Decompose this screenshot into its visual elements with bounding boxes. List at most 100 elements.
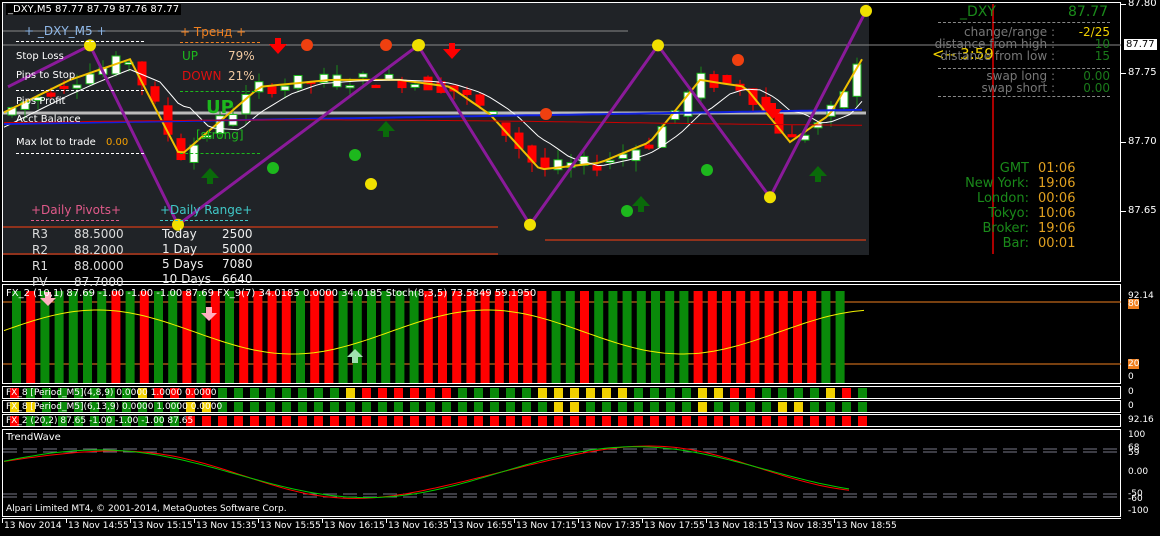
fx-bar	[314, 388, 323, 398]
stoch-bar	[466, 291, 476, 383]
time-tick	[194, 519, 195, 523]
fx-bar	[522, 388, 531, 398]
clock-value: 00:01	[1038, 236, 1076, 251]
fx-bar	[698, 402, 707, 412]
fx-bar	[602, 388, 611, 398]
fx-bar	[730, 388, 739, 398]
fx8b-label: FX_8 [Period_M5](6,13,9) 0.0000 1.0000 0…	[6, 402, 223, 412]
fx-bar	[762, 416, 771, 426]
fx-bar	[506, 388, 515, 398]
stoch-bar	[778, 291, 788, 383]
range-name: Today	[162, 227, 197, 241]
time-tick	[706, 519, 707, 523]
stoch-bar	[168, 291, 178, 383]
fx-bar	[762, 388, 771, 398]
info-label: distance from low :	[940, 49, 1055, 63]
indicator-axis-label: 0	[1128, 372, 1134, 382]
stoch-bar	[722, 291, 731, 383]
time-tick	[450, 519, 451, 523]
fx-bar	[490, 402, 499, 412]
pivot-name: R1	[32, 259, 48, 273]
fx-bar	[666, 416, 675, 426]
time-label: 13 Nov 2014	[4, 521, 62, 531]
fx-bar	[634, 416, 643, 426]
pivot-name: PV	[32, 275, 48, 289]
stoch-bar	[381, 291, 391, 383]
fx-bar	[666, 402, 675, 412]
stoch-bar	[750, 291, 760, 383]
indicator-axis-label: 0	[1128, 401, 1134, 411]
fx-bar	[474, 388, 483, 398]
stoch-bar	[352, 291, 362, 383]
fx-bar	[490, 388, 499, 398]
fx-bar	[554, 388, 563, 398]
stoch-bar	[679, 291, 689, 383]
fx-bar	[842, 388, 851, 398]
stoch-bar	[835, 291, 845, 383]
stoch-bar	[68, 291, 78, 383]
fx-bar	[474, 402, 483, 412]
range-name: 10 Days	[162, 272, 212, 286]
price-tick-label: 87.80	[1128, 0, 1157, 9]
fx-bar	[538, 388, 547, 398]
fx-bar	[778, 388, 787, 398]
fx-bar	[586, 388, 595, 398]
fx-bar	[538, 402, 547, 412]
fx-bar	[794, 402, 803, 412]
pivot-value: 88.5000	[74, 227, 124, 241]
fx-bar	[378, 416, 387, 426]
fx-bar	[762, 402, 771, 412]
time-label: 13 Nov 18:35	[772, 521, 833, 531]
fx-bar	[202, 416, 211, 426]
fx-bar	[538, 416, 547, 426]
time-label: 13 Nov 15:15	[132, 521, 193, 531]
fx-bar	[394, 388, 403, 398]
stoch-bar	[296, 291, 305, 383]
time-label: 13 Nov 16:35	[388, 521, 449, 531]
time-label: 13 Nov 14:55	[68, 521, 129, 531]
fx-bar	[266, 388, 275, 398]
trendwave-label: TrendWave	[6, 432, 61, 443]
fx-bar	[570, 416, 579, 426]
stoch-bar	[12, 291, 21, 383]
price-tick	[1121, 4, 1126, 5]
pivot-value: 88.0000	[74, 259, 124, 273]
fx-bar	[586, 402, 595, 412]
fx-bar	[410, 402, 419, 412]
fx-bar	[362, 388, 371, 398]
fx-bar	[234, 402, 243, 412]
fx-bar	[426, 388, 435, 398]
fx-bar	[314, 402, 323, 412]
fx-bar	[618, 402, 627, 412]
fx-bar	[234, 416, 243, 426]
stoch-bar	[523, 291, 533, 383]
clock-value: 00:06	[1038, 191, 1076, 206]
stoch-bar	[182, 291, 192, 383]
stoch-bar	[239, 291, 249, 383]
fx-bar	[298, 388, 307, 398]
time-tick	[514, 519, 515, 523]
price-tick-label: 87.65	[1128, 205, 1157, 216]
pivot-value: 87.7000	[74, 275, 124, 289]
time-tick	[130, 519, 131, 523]
stoch-bar	[253, 291, 263, 383]
indicator-axis-label: 0	[1128, 387, 1134, 397]
stoch-bar	[54, 291, 64, 383]
time-label: 13 Nov 16:15	[324, 521, 385, 531]
stoch-bar	[821, 291, 831, 383]
fx-bar	[282, 388, 291, 398]
fx-bar	[602, 402, 611, 412]
stoch-bar	[97, 291, 107, 383]
fx-bar	[378, 388, 387, 398]
fx-bar	[410, 416, 419, 426]
fx-bar	[346, 402, 355, 412]
fx-bar	[458, 416, 467, 426]
fx-bar	[458, 402, 467, 412]
stoch-bar	[111, 291, 121, 383]
fx-bar	[442, 388, 451, 398]
fx-bar	[458, 388, 467, 398]
fx-bar	[714, 388, 723, 398]
fx-bar	[298, 402, 307, 412]
stoch-bar	[622, 291, 632, 383]
stoch-bar	[338, 291, 348, 383]
